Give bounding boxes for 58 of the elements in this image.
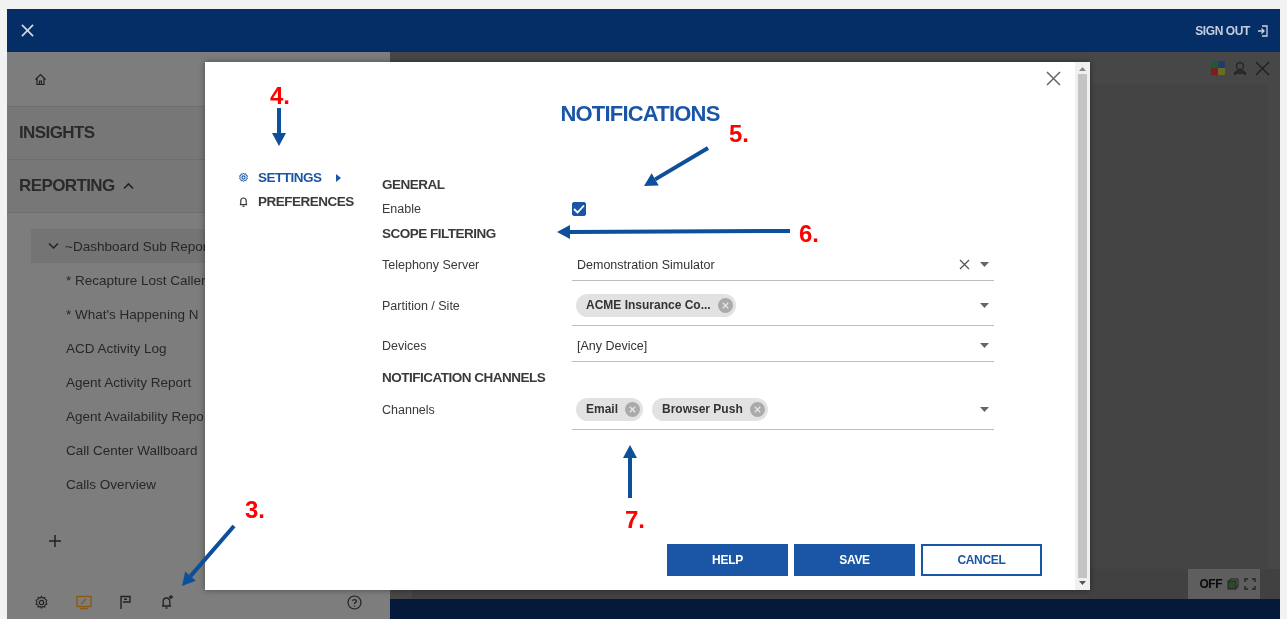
- field-label: Telephony Server: [382, 258, 481, 272]
- field-label: Partition / Site: [382, 298, 461, 313]
- add-icon[interactable]: [49, 535, 61, 547]
- chevron-icon[interactable]: [122, 182, 134, 190]
- annotation-arrow: [644, 146, 709, 186]
- annotation-arrow: [182, 524, 236, 586]
- clear-icon[interactable]: [959, 259, 970, 270]
- annotation-number: 4.: [270, 84, 290, 108]
- annotation-number: 3.: [245, 498, 265, 522]
- multi-select-field[interactable]: Email Browser Push: [572, 389, 994, 430]
- sign-out-icon: [1257, 24, 1268, 37]
- section-heading: SCOPE FILTERING: [382, 224, 496, 242]
- select-field[interactable]: [Any Device]: [572, 330, 994, 362]
- chevron-icon[interactable]: [48, 242, 59, 250]
- folder-label: ~Dashboard Sub Repor: [65, 238, 208, 254]
- field-label: Devices: [382, 339, 428, 353]
- caret-icon: [335, 173, 341, 182]
- sign-out-button[interactable]: SIGN OUT: [1195, 23, 1268, 38]
- scrollbar[interactable]: [1075, 62, 1090, 590]
- help-icon[interactable]: [347, 594, 362, 610]
- chip[interactable]: ACME Insurance Co...: [576, 293, 736, 317]
- settings-icon[interactable]: [34, 594, 49, 610]
- flag-icon[interactable]: [119, 594, 132, 610]
- dropdown-icon[interactable]: [980, 406, 989, 412]
- dropdown-icon[interactable]: [980, 262, 989, 267]
- annotation-arrow: [623, 445, 637, 498]
- close-icon[interactable]: [1046, 71, 1061, 86]
- section-heading: GENERAL: [382, 175, 445, 193]
- dialog-title: NOTIFICATIONS: [560, 101, 720, 128]
- nav-tab[interactable]: PREFERENCES: [238, 194, 354, 209]
- home-icon[interactable]: [34, 72, 47, 86]
- window-icon[interactable]: [1227, 578, 1239, 590]
- field-label: Channels: [382, 402, 436, 417]
- annotation-number: 6.: [799, 222, 819, 246]
- status-label: OFF: [1199, 577, 1222, 591]
- annotation-number: 7.: [625, 508, 645, 532]
- chip[interactable]: Email: [576, 397, 643, 421]
- dropdown-icon[interactable]: [980, 302, 989, 308]
- fullscreen-icon[interactable]: [1244, 578, 1256, 590]
- dropdown-icon[interactable]: [980, 343, 989, 348]
- section-heading: NOTIFICATION CHANNELS: [382, 368, 546, 386]
- bell-plus-icon[interactable]: [159, 594, 175, 610]
- color-grid-icon[interactable]: [1211, 61, 1225, 75]
- bell-icon: [238, 196, 249, 207]
- dialog-button[interactable]: HELP: [667, 544, 788, 576]
- field-label: Enable: [382, 202, 422, 216]
- annotation-number: 5.: [729, 122, 749, 146]
- nav-tab[interactable]: SETTINGS: [238, 170, 341, 185]
- settings-icon: [238, 172, 249, 183]
- scroll-down-icon[interactable]: [1079, 581, 1086, 585]
- checkbox[interactable]: [572, 202, 586, 216]
- multi-select-field[interactable]: ACME Insurance Co...: [572, 285, 994, 326]
- dialog-button[interactable]: SAVE: [794, 544, 915, 576]
- select-field[interactable]: Demonstration Simulator: [572, 249, 994, 281]
- dialog-button[interactable]: CANCEL: [921, 544, 1042, 576]
- scroll-up-icon[interactable]: [1079, 67, 1086, 71]
- chip[interactable]: Browser Push: [652, 397, 768, 421]
- annotation-arrow: [272, 108, 286, 146]
